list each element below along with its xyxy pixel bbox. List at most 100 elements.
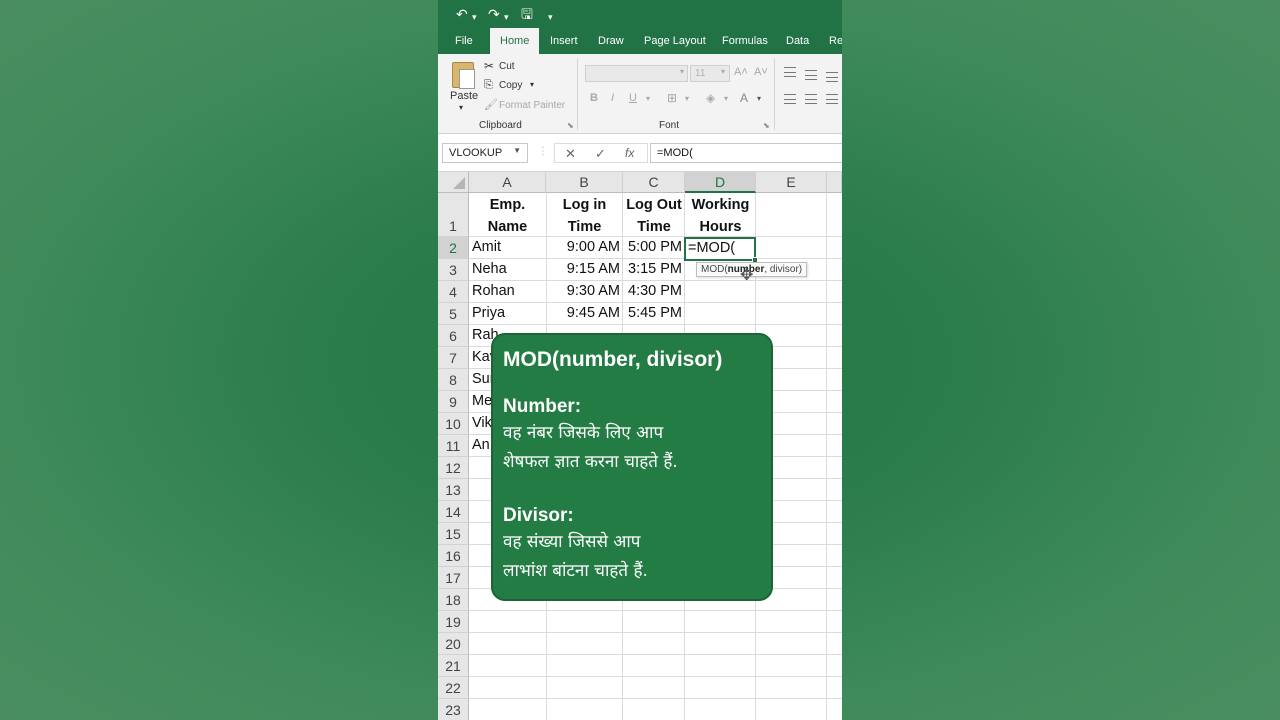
cell-a4[interactable]: Rohan: [472, 283, 546, 299]
clipboard-launcher-icon[interactable]: ⬊: [567, 121, 574, 130]
font-name-select[interactable]: [585, 65, 688, 82]
cell-c5[interactable]: 5:45 PM: [623, 305, 682, 321]
column-header-d[interactable]: D: [685, 172, 756, 193]
tab-review[interactable]: Re: [829, 35, 842, 47]
cell-c2[interactable]: 5:00 PM: [623, 239, 682, 255]
column-header-c[interactable]: C: [623, 172, 685, 193]
cell-a2[interactable]: Amit: [472, 239, 546, 255]
italic-button[interactable]: I: [611, 92, 614, 104]
redo-icon[interactable]: ↷: [488, 5, 500, 23]
shrink-font-icon[interactable]: A˅: [754, 66, 768, 78]
grow-font-icon[interactable]: A˄: [734, 66, 748, 78]
row-header-5[interactable]: 5: [438, 303, 469, 325]
cancel-icon[interactable]: ✕: [565, 146, 576, 162]
tab-data[interactable]: Data: [786, 35, 809, 47]
column-header-b[interactable]: B: [546, 172, 623, 193]
row-header-1[interactable]: 1: [438, 193, 469, 237]
column-header-a[interactable]: A: [469, 172, 546, 193]
cell-a5[interactable]: Priya: [472, 305, 546, 321]
cell-c3[interactable]: 3:15 PM: [623, 261, 682, 277]
copy-dropdown-icon[interactable]: ▾: [530, 80, 534, 89]
save-icon[interactable]: 🖫: [521, 5, 533, 23]
align-bottom-icon[interactable]: [826, 72, 838, 82]
row-header-9[interactable]: 9: [438, 391, 469, 413]
font-color-dropdown-icon[interactable]: ▾: [757, 94, 761, 103]
move-cursor-icon: ✥: [740, 267, 754, 284]
customize-qat-icon[interactable]: ▾: [548, 8, 553, 26]
column-header-e[interactable]: E: [756, 172, 827, 193]
paste-dropdown-icon[interactable]: ▾: [459, 103, 463, 112]
align-center-icon[interactable]: [805, 94, 817, 104]
cell-a3[interactable]: Neha: [472, 261, 546, 277]
borders-icon[interactable]: ⊞: [667, 91, 677, 105]
undo-icon[interactable]: ↶: [456, 5, 468, 23]
cell-d1[interactable]: Working Hours: [685, 194, 756, 238]
align-left-icon[interactable]: [784, 94, 796, 104]
bold-button[interactable]: B: [590, 92, 598, 104]
font-color-icon[interactable]: A: [740, 91, 748, 105]
row-header-12[interactable]: 12: [438, 457, 469, 479]
align-right-icon[interactable]: [826, 94, 838, 104]
cell-c1[interactable]: Log Out Time: [623, 194, 685, 238]
row-header-19[interactable]: 19: [438, 611, 469, 633]
cell-b5[interactable]: 9:45 AM: [546, 305, 620, 321]
align-middle-icon[interactable]: [805, 70, 817, 80]
copy-icon: ⎘: [484, 79, 493, 91]
row-header-23[interactable]: 23: [438, 699, 469, 720]
font-launcher-icon[interactable]: ⬊: [763, 121, 770, 130]
tab-formulas[interactable]: Formulas: [722, 35, 768, 47]
tab-home[interactable]: Home: [490, 28, 540, 55]
fill-color-icon[interactable]: ◈: [706, 91, 715, 105]
cut-button[interactable]: Cut: [499, 61, 515, 72]
row-header-13[interactable]: 13: [438, 479, 469, 501]
borders-dropdown-icon[interactable]: ▾: [685, 94, 689, 103]
row-header-8[interactable]: 8: [438, 369, 469, 391]
fill-color-dropdown-icon[interactable]: ▾: [724, 94, 728, 103]
row-header-16[interactable]: 16: [438, 545, 469, 567]
active-cell-d2[interactable]: =MOD(: [684, 237, 756, 261]
cell-a1[interactable]: Emp. Name: [469, 194, 546, 238]
name-box-dropdown-icon[interactable]: ▼: [513, 146, 521, 155]
insert-function-icon[interactable]: fx: [625, 146, 634, 160]
row-header-20[interactable]: 20: [438, 633, 469, 655]
column-header-f[interactable]: [827, 172, 842, 193]
row-header-7[interactable]: 7: [438, 347, 469, 369]
row-header-10[interactable]: 10: [438, 413, 469, 435]
row-header-21[interactable]: 21: [438, 655, 469, 677]
align-top-icon[interactable]: [784, 67, 796, 77]
tab-draw[interactable]: Draw: [598, 35, 624, 47]
enter-icon[interactable]: ✓: [595, 146, 606, 162]
paste-button[interactable]: Paste: [450, 90, 478, 102]
row-header-22[interactable]: 22: [438, 677, 469, 699]
formula-input[interactable]: =MOD(: [650, 143, 842, 163]
cell-c4[interactable]: 4:30 PM: [623, 283, 682, 299]
select-all-button[interactable]: [438, 172, 469, 193]
row-header-15[interactable]: 15: [438, 523, 469, 545]
row-header-6[interactable]: 6: [438, 325, 469, 347]
ribbon-tabs: File Home Insert Draw Page Layout Formul…: [438, 28, 842, 55]
cell-b4[interactable]: 9:30 AM: [546, 283, 620, 299]
row-header-4[interactable]: 4: [438, 281, 469, 303]
cell-b2[interactable]: 9:00 AM: [546, 239, 620, 255]
row-header-17[interactable]: 17: [438, 567, 469, 589]
cell-b1[interactable]: Log in Time: [546, 194, 623, 238]
font-name-dropdown-icon[interactable]: ▾: [680, 67, 684, 76]
font-size-dropdown-icon[interactable]: ▾: [721, 67, 725, 76]
underline-dropdown-icon[interactable]: ▾: [646, 94, 650, 103]
row-header-2[interactable]: 2: [438, 237, 469, 259]
row-header-3[interactable]: 3: [438, 259, 469, 281]
undo-dropdown-icon[interactable]: ▾: [472, 8, 477, 26]
copy-button[interactable]: Copy: [499, 80, 522, 91]
tab-insert[interactable]: Insert: [550, 35, 578, 47]
paste-icon[interactable]: [452, 62, 475, 89]
tab-file[interactable]: File: [455, 35, 473, 47]
underline-button[interactable]: U: [629, 92, 637, 104]
row-header-14[interactable]: 14: [438, 501, 469, 523]
name-box[interactable]: VLOOKUP ▼: [442, 143, 528, 163]
cell-b3[interactable]: 9:15 AM: [546, 261, 620, 277]
redo-dropdown-icon[interactable]: ▾: [504, 8, 509, 26]
format-painter-button[interactable]: Format Painter: [499, 100, 565, 111]
row-header-18[interactable]: 18: [438, 589, 469, 611]
row-header-11[interactable]: 11: [438, 435, 469, 457]
tab-page-layout[interactable]: Page Layout: [644, 35, 706, 47]
